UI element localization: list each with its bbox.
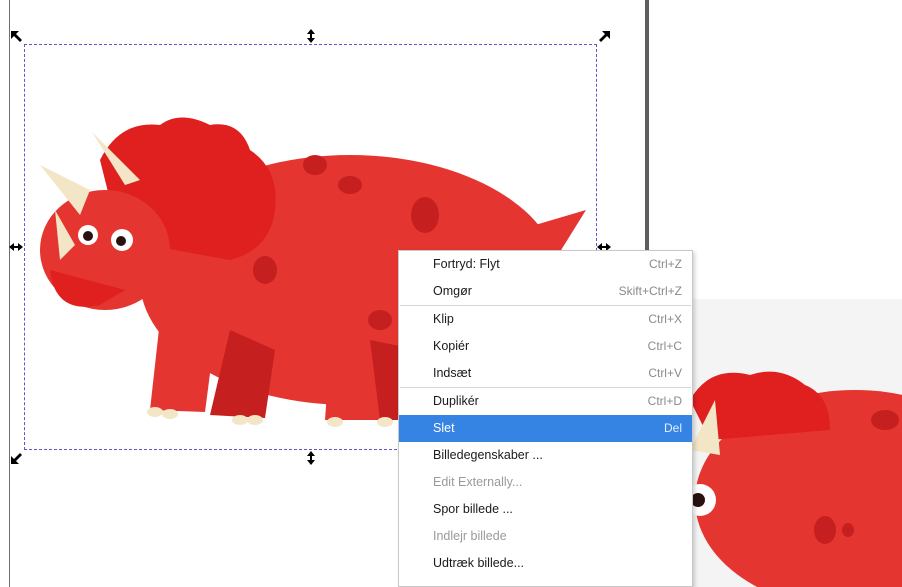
context-menu: Fortryd: Flyt Ctrl+Z Omgør Skift+Ctrl+Z …: [398, 250, 693, 587]
menu-item-label: Slet: [433, 421, 455, 435]
menu-item-duplicate[interactable]: Duplikér Ctrl+D: [399, 388, 692, 415]
dinosaur-image-copy[interactable]: [690, 360, 902, 587]
menu-item-shortcut: Skift+Ctrl+Z: [618, 284, 682, 298]
menu-item-label: Indlejr billede: [433, 529, 507, 543]
menu-item-paste[interactable]: Indsæt Ctrl+V: [399, 360, 692, 387]
resize-vertical-icon[interactable]: [304, 451, 318, 465]
menu-item-label: Omgør: [433, 284, 472, 298]
menu-item-embed-image: Indlejr billede: [399, 523, 692, 550]
menu-item-shortcut: Ctrl+X: [648, 312, 682, 326]
menu-item-label: Spor billede ...: [433, 502, 513, 516]
menu-item-label: Kopiér: [433, 339, 470, 353]
menu-item-shortcut: Ctrl+V: [648, 366, 682, 380]
menu-item-label: Fortryd: Flyt: [433, 257, 500, 271]
menu-item-label: Klip: [433, 312, 454, 326]
resize-vertical-icon[interactable]: [304, 29, 318, 43]
menu-item-undo[interactable]: Fortryd: Flyt Ctrl+Z: [399, 251, 692, 278]
menu-item-shortcut: Ctrl+Z: [649, 257, 682, 271]
menu-item-shortcut: Ctrl+D: [647, 394, 682, 408]
menu-item-label: Edit Externally...: [433, 475, 523, 489]
menu-item-label: Billedegenskaber ...: [433, 448, 543, 462]
menu-item-extract-image[interactable]: Udtræk billede...: [399, 550, 692, 577]
page-border-left: [9, 0, 10, 587]
scale-handle-icon[interactable]: [10, 451, 24, 465]
menu-item-label: Duplikér: [433, 394, 479, 408]
menu-item-cut[interactable]: Klip Ctrl+X: [399, 306, 692, 333]
resize-horizontal-icon[interactable]: [9, 240, 23, 254]
menu-item-shortcut: Ctrl+C: [647, 339, 682, 353]
menu-item-delete[interactable]: Slet Del: [399, 415, 692, 442]
scale-handle-icon[interactable]: [597, 30, 611, 44]
menu-item-label: Udtræk billede...: [433, 556, 525, 570]
menu-item-trace-bitmap[interactable]: Spor billede ...: [399, 496, 692, 523]
menu-item-edit-externally: Edit Externally...: [399, 469, 692, 496]
menu-item-copy[interactable]: Kopiér Ctrl+C: [399, 333, 692, 360]
menu-item-redo[interactable]: Omgør Skift+Ctrl+Z: [399, 278, 692, 305]
menu-item-shortcut: Del: [663, 421, 682, 435]
page-border-right: [645, 0, 649, 252]
menu-item-label: Indsæt: [433, 366, 472, 380]
menu-item-image-properties[interactable]: Billedegenskaber ...: [399, 442, 692, 469]
scale-handle-icon[interactable]: [10, 30, 24, 44]
